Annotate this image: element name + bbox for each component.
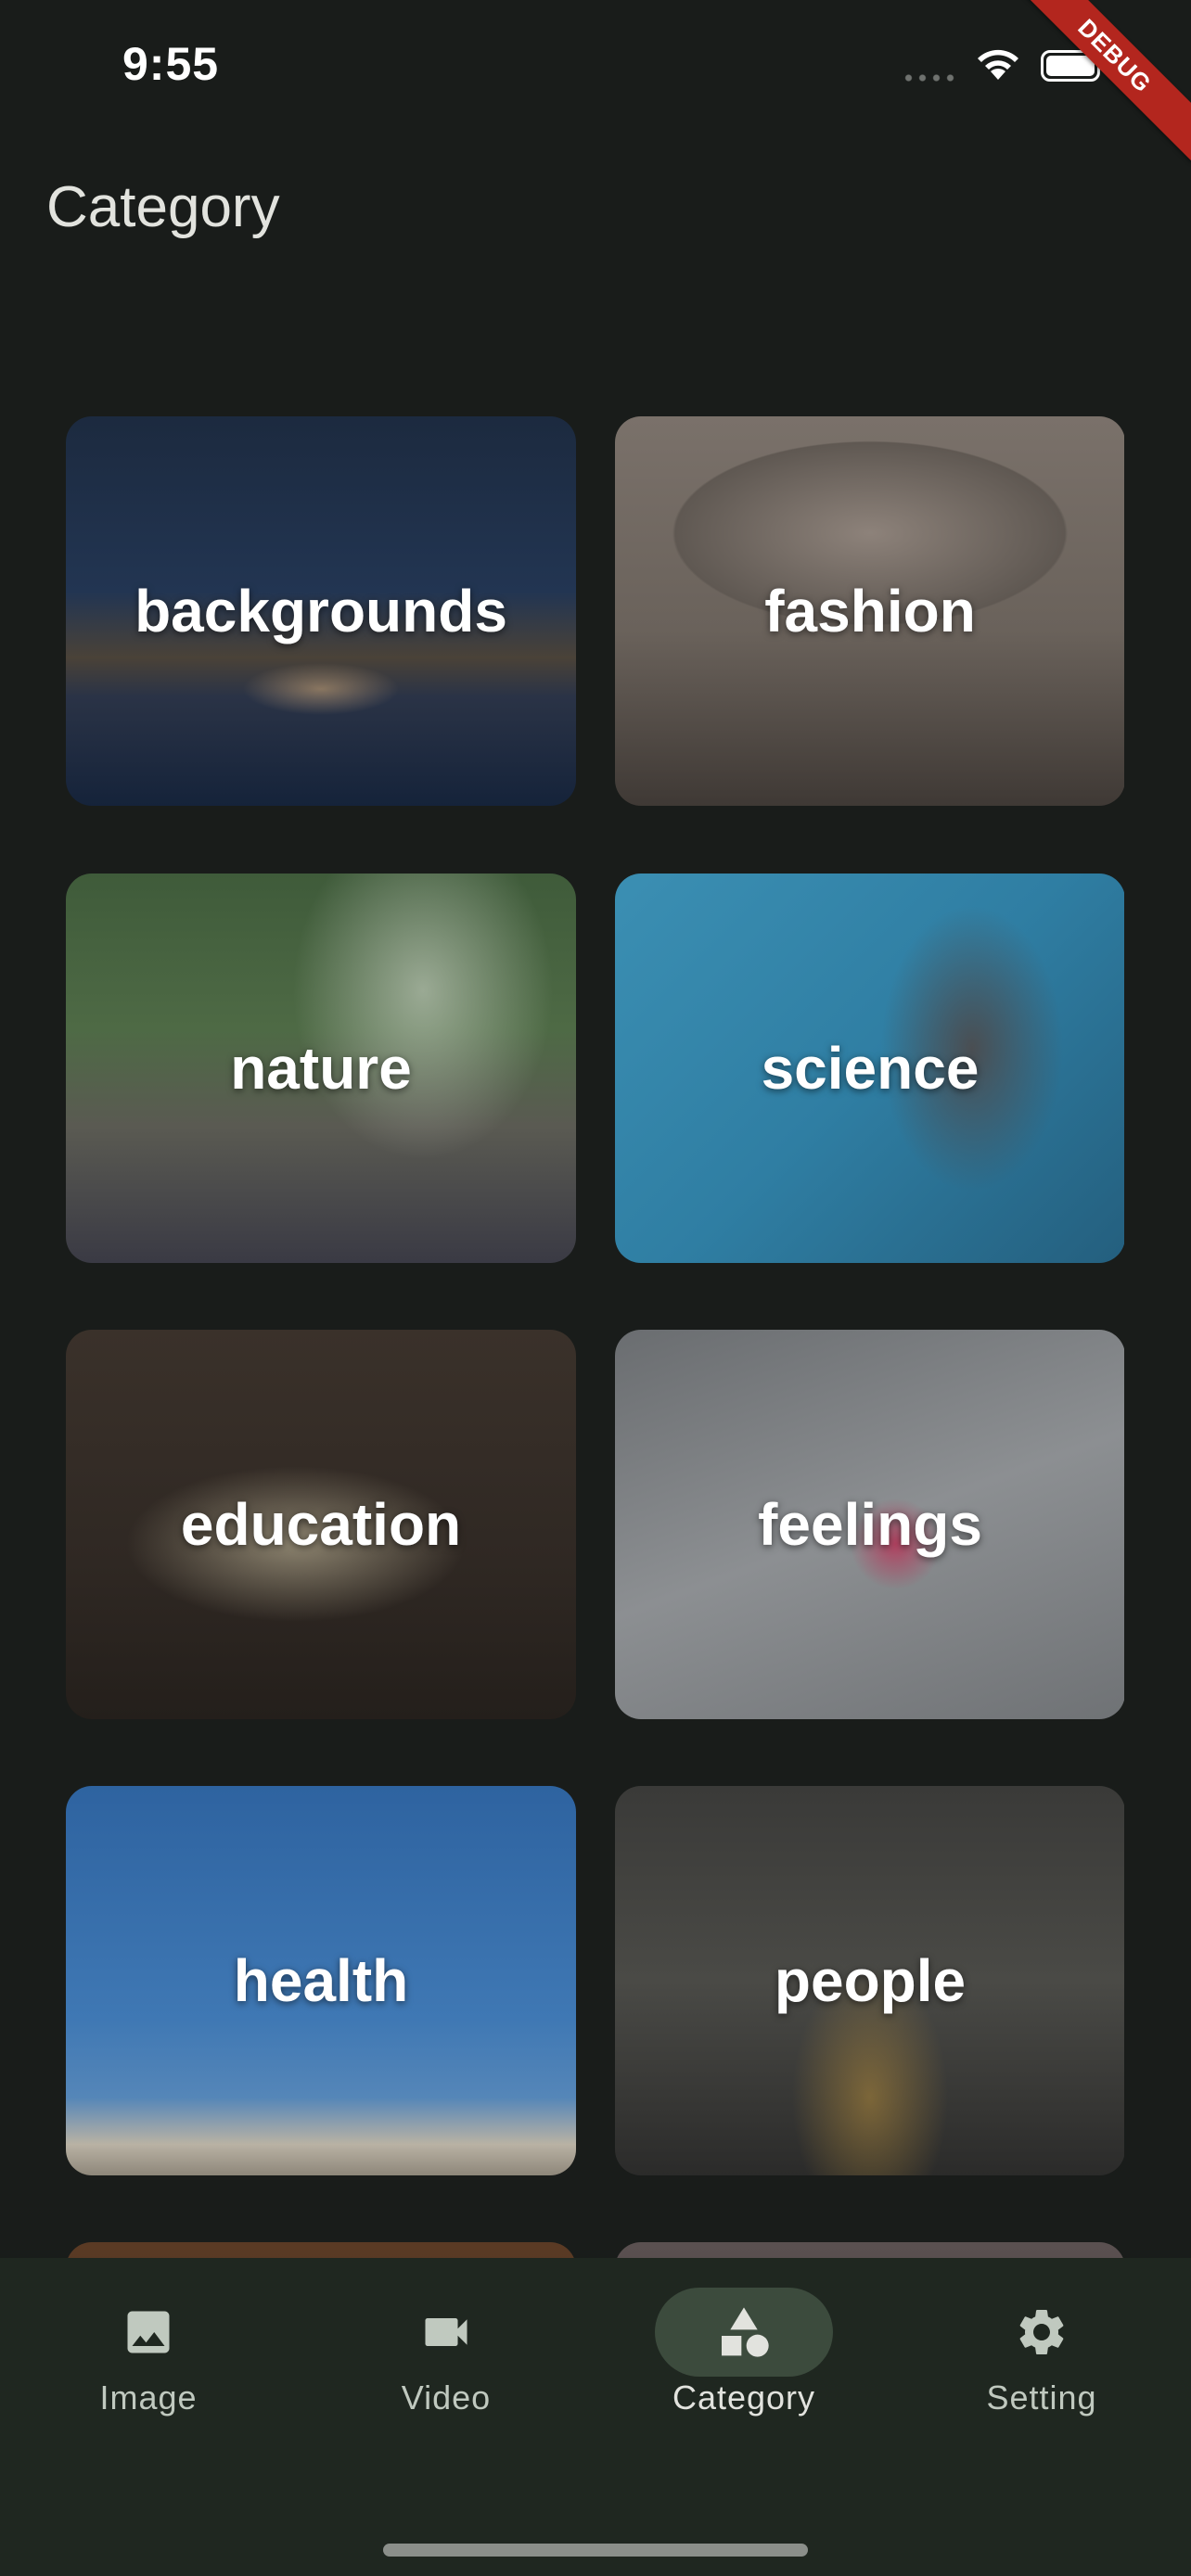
active-indicator (655, 2288, 833, 2377)
status-clock: 9:55 (122, 38, 220, 90)
videocam-icon (425, 2318, 467, 2346)
category-card-feelings[interactable]: feelings (615, 1330, 1124, 1719)
gear-icon (1019, 2310, 1064, 2354)
category-card-people[interactable]: people (615, 1786, 1124, 2175)
nav-label-category: Category (672, 2378, 816, 2417)
image-icon (127, 2311, 170, 2353)
nav-item-image[interactable]: Image (46, 2302, 250, 2417)
category-card-label: health (233, 1947, 409, 2014)
home-indicator[interactable] (383, 2544, 808, 2557)
nav-item-category[interactable]: Category (642, 2288, 846, 2417)
bottom-navigation-bar: Image Video Category Setting (0, 2258, 1191, 2576)
nav-label-image: Image (99, 2378, 198, 2417)
category-card-education[interactable]: education (66, 1330, 576, 1719)
cellular-signal-icon (902, 74, 957, 82)
status-bar: 9:55 (0, 0, 1191, 139)
wifi-icon (978, 49, 1018, 80)
category-grid: backgrounds fashion nature science educa… (66, 416, 1124, 2258)
nav-item-video[interactable]: Video (344, 2302, 548, 2417)
category-card-label: people (774, 1947, 967, 2014)
nav-label-setting: Setting (986, 2378, 1097, 2417)
category-card-label: fashion (764, 578, 976, 644)
category-card-nature[interactable]: nature (66, 874, 576, 1263)
nav-item-setting[interactable]: Setting (940, 2302, 1144, 2417)
category-card-science[interactable]: science (615, 874, 1124, 1263)
category-icon (722, 2307, 769, 2357)
category-card-backgrounds[interactable]: backgrounds (66, 416, 576, 806)
category-card-label: backgrounds (134, 578, 507, 644)
category-card-health[interactable]: health (66, 1786, 576, 2175)
category-card-label: nature (230, 1035, 412, 1102)
category-card-label: science (761, 1035, 980, 1102)
category-card-label: education (180, 1491, 462, 1558)
nav-label-video: Video (401, 2378, 492, 2417)
category-card-label: feelings (758, 1491, 982, 1558)
category-card-fashion[interactable]: fashion (615, 416, 1124, 806)
category-card-partial[interactable] (615, 2242, 1124, 2258)
category-card-partial[interactable] (66, 2242, 576, 2258)
page-title: Category (46, 175, 280, 239)
